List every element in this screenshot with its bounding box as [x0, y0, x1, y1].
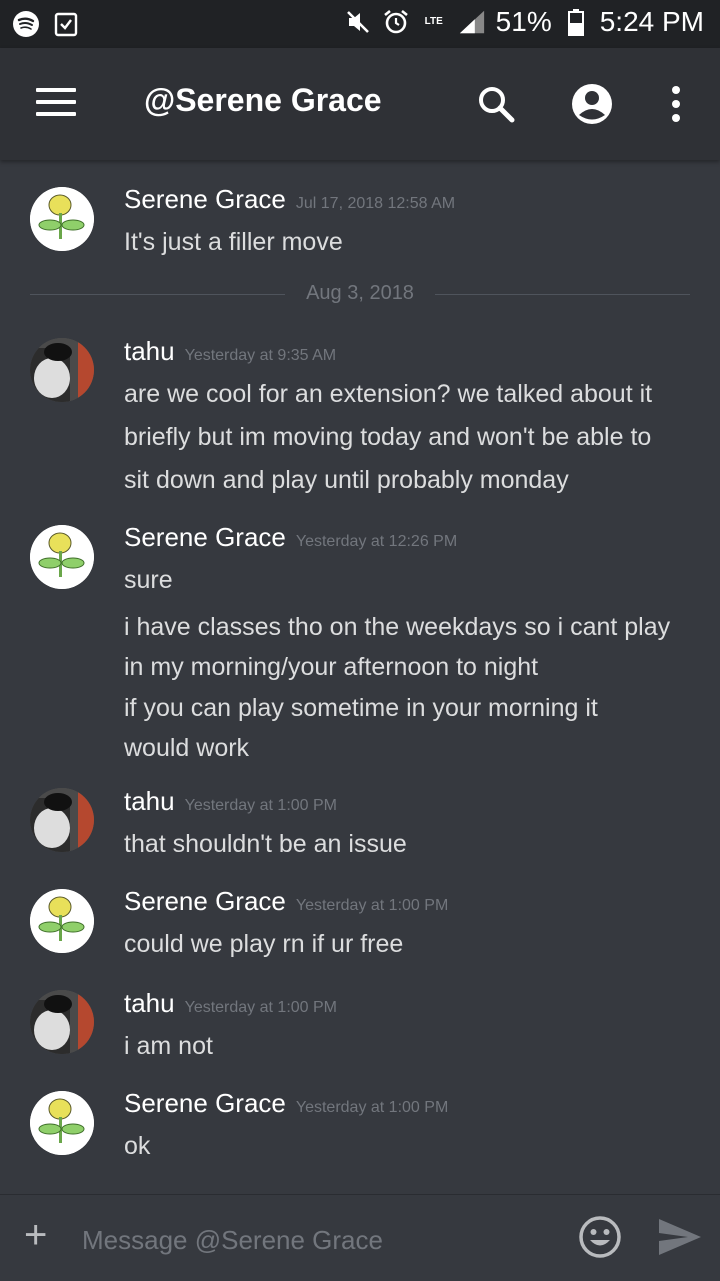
divider-line	[30, 294, 285, 295]
timestamp: Jul 17, 2018 12:58 AM	[295, 195, 456, 212]
battery-percent: 51%	[495, 6, 552, 37]
author-name[interactable]: Serene Grace	[124, 1088, 286, 1118]
avatar[interactable]	[30, 525, 94, 589]
battery-icon	[562, 8, 590, 36]
date-divider-label: Aug 3, 2018	[306, 282, 414, 304]
timestamp: Yesterday at 9:35 AM	[184, 347, 337, 364]
alarm-icon	[382, 8, 410, 36]
message-text: sit down and play until probably monday	[124, 466, 569, 494]
spotify-icon	[12, 10, 40, 38]
avatar[interactable]	[30, 338, 94, 402]
account-circle-icon[interactable]	[568, 80, 616, 128]
author-name[interactable]: Serene Grace	[124, 886, 286, 916]
message-text: ok	[124, 1132, 151, 1160]
message-text: if you can play sometime in your morning…	[124, 694, 598, 722]
message-text: It's just a filler move	[124, 228, 343, 256]
message-text: briefly but im moving today and won't be…	[124, 423, 652, 451]
message-text: sure	[124, 566, 173, 594]
message-composer: +	[0, 1194, 720, 1281]
plus-icon[interactable]: +	[24, 1215, 47, 1255]
signal-icon	[458, 8, 486, 36]
message-text: i am not	[124, 1032, 213, 1060]
date-divider: Aug 3, 2018	[30, 282, 690, 304]
message-text: i have classes tho on the weekdays so i …	[124, 613, 671, 641]
message-text: in my morning/your afternoon to night	[124, 653, 539, 681]
clock: 5:24 PM	[599, 6, 704, 37]
message-text: are we cool for an extension? we talked …	[124, 380, 653, 408]
lte-icon: LTE	[424, 16, 443, 27]
more-vertical-icon[interactable]	[652, 80, 700, 128]
timestamp: Yesterday at 1:00 PM	[295, 897, 449, 914]
emoji-icon[interactable]	[578, 1215, 622, 1259]
avatar[interactable]	[30, 1091, 94, 1155]
author-name[interactable]: tahu	[124, 988, 175, 1018]
checklist-icon	[52, 10, 80, 38]
author-name[interactable]: Serene Grace	[124, 184, 286, 214]
hamburger-menu-icon[interactable]	[36, 88, 76, 120]
author-name[interactable]: tahu	[124, 336, 175, 366]
avatar[interactable]	[30, 990, 94, 1054]
search-icon[interactable]	[472, 80, 520, 128]
mute-icon	[344, 8, 372, 36]
channel-title: @Serene Grace	[144, 82, 382, 118]
avatar[interactable]	[30, 788, 94, 852]
divider-line	[435, 294, 690, 295]
message-text: could we play rn if ur free	[124, 930, 404, 958]
message-input[interactable]	[80, 1219, 554, 1261]
message-list[interactable]: Serene Grace Jul 17, 2018 12:58 AM It's j…	[0, 160, 720, 1194]
avatar[interactable]	[30, 889, 94, 953]
timestamp: Yesterday at 1:00 PM	[184, 999, 337, 1016]
send-icon[interactable]	[656, 1215, 704, 1259]
author-name[interactable]: Serene Grace	[124, 522, 286, 552]
timestamp: Yesterday at 12:26 PM	[295, 533, 458, 550]
timestamp: Yesterday at 1:00 PM	[295, 1099, 449, 1116]
author-name[interactable]: tahu	[124, 786, 175, 816]
message-text: would work	[124, 734, 250, 762]
message-text: that shouldn't be an issue	[124, 830, 407, 858]
avatar[interactable]	[30, 187, 94, 251]
app-bar: @Serene Grace	[0, 48, 720, 160]
timestamp: Yesterday at 1:00 PM	[184, 797, 337, 814]
status-bar: LTE 51% 5:24 PM	[0, 0, 720, 48]
